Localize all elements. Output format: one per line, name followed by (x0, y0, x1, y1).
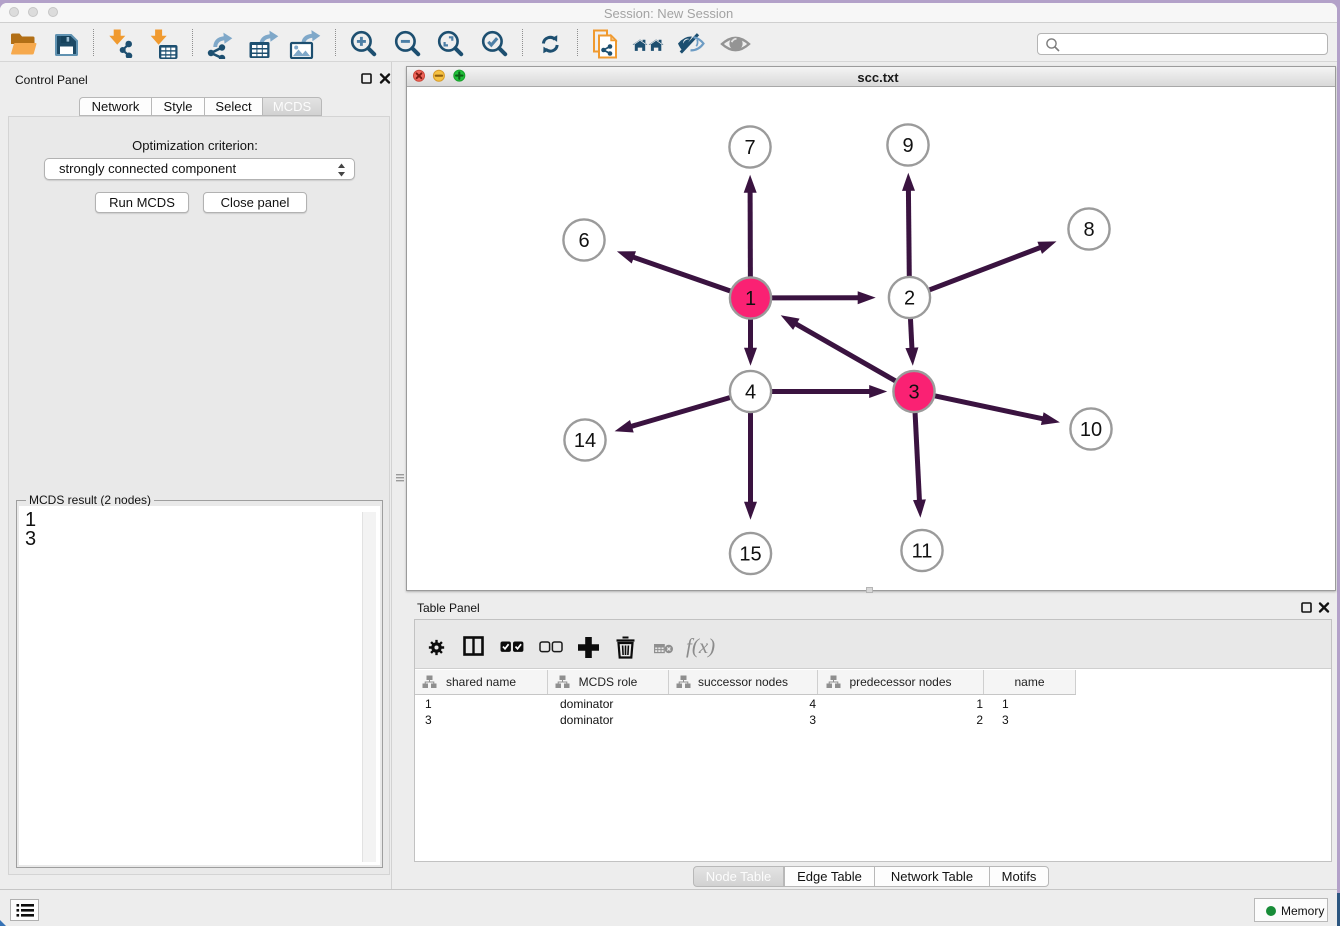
svg-text:14: 14 (574, 430, 596, 452)
svg-text:6: 6 (578, 230, 589, 252)
svg-text:11: 11 (912, 541, 933, 563)
svg-text:1: 1 (745, 288, 756, 310)
svg-text:9: 9 (902, 135, 913, 157)
svg-text:3: 3 (908, 382, 919, 404)
svg-text:2: 2 (904, 288, 915, 310)
svg-text:15: 15 (739, 544, 761, 566)
svg-text:10: 10 (1080, 419, 1102, 441)
svg-text:7: 7 (744, 137, 755, 159)
svg-text:4: 4 (745, 382, 756, 404)
svg-text:8: 8 (1083, 219, 1094, 241)
